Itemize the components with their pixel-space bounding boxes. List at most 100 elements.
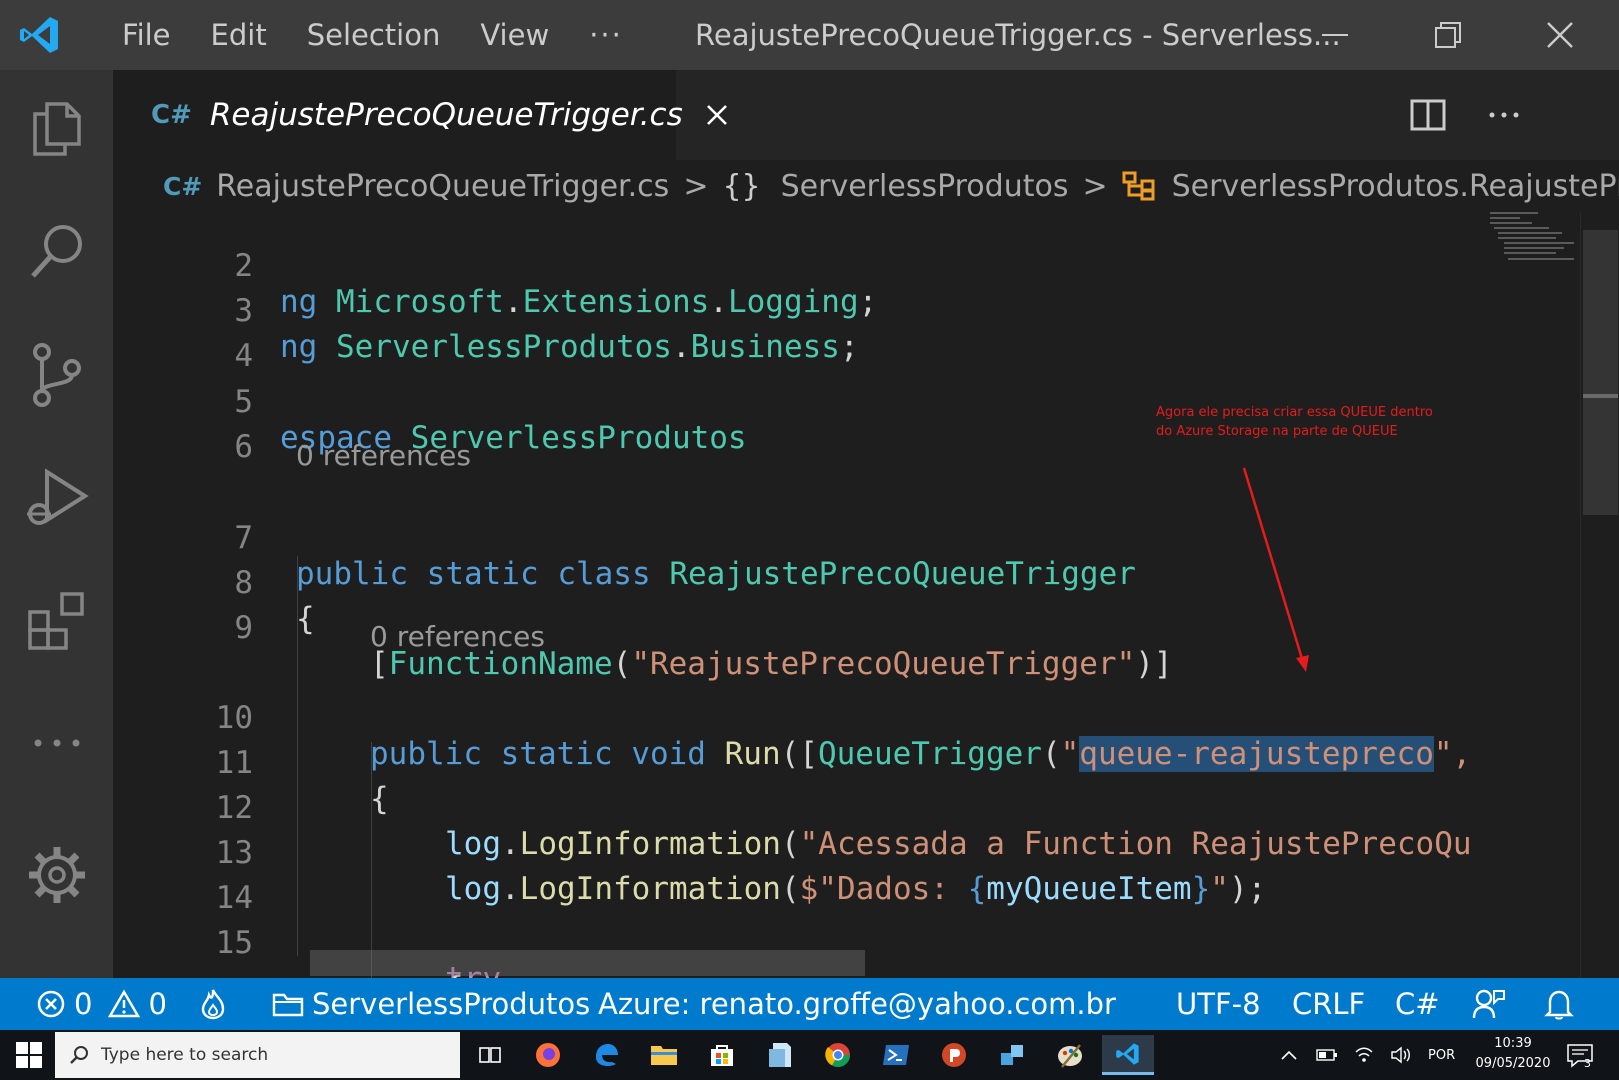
- settings-button[interactable]: [22, 840, 92, 910]
- eol-selector[interactable]: CRLF: [1292, 978, 1365, 1030]
- taskbar-clock[interactable]: 10:39 09/05/2020: [1468, 1034, 1558, 1074]
- code-line-13[interactable]: 13 log.LogInformation($"Dados: {myQueueI…: [113, 794, 1488, 907]
- source-control-icon: [33, 343, 81, 407]
- encoding-label: UTF-8: [1176, 987, 1261, 1021]
- code-line-11[interactable]: 11 {: [113, 704, 1488, 817]
- code-line-14[interactable]: 14: [113, 839, 1488, 916]
- taskbar-powerpoint[interactable]: [928, 1035, 980, 1075]
- action-center-button[interactable]: 3: [1566, 1030, 1593, 1080]
- codelens-references[interactable]: 0 references: [296, 436, 471, 476]
- line-number: 6: [234, 429, 253, 465]
- menu-selection[interactable]: Selection: [287, 0, 461, 70]
- search-button[interactable]: [22, 215, 92, 285]
- search-icon: [31, 225, 82, 278]
- code-line-3[interactable]: 3 ng ServerlessProdutos.Business;: [113, 252, 1488, 365]
- breadcrumb-class[interactable]: ServerlessProdutos.ReajustePrecoQue: [1172, 169, 1619, 204]
- folder-name: ServerlessProdutos: [312, 987, 591, 1021]
- taskbar-powershell[interactable]: [870, 1035, 922, 1075]
- extensions-button[interactable]: [22, 586, 92, 656]
- eol-label: CRLF: [1292, 987, 1366, 1021]
- source-control-button[interactable]: [22, 340, 92, 410]
- code-line-5[interactable]: 5 espace ServerlessProdutos: [113, 343, 1488, 456]
- problems-indicator[interactable]: 0 0: [36, 978, 167, 1030]
- task-view-button[interactable]: [464, 1035, 516, 1075]
- wifi-icon[interactable]: [1354, 1046, 1374, 1064]
- taskbar-chrome[interactable]: [812, 1035, 864, 1075]
- close-window-button[interactable]: [1505, 0, 1615, 70]
- notifications-button[interactable]: [1544, 978, 1574, 1030]
- code-editor[interactable]: 2 ng Microsoft.Extensions.Logging; 3 ng …: [113, 212, 1488, 978]
- encoding-selector[interactable]: UTF-8: [1176, 978, 1261, 1030]
- taskbar-firefox[interactable]: [522, 1035, 574, 1075]
- powerpoint-icon: [942, 1043, 966, 1067]
- clock-date: 09/05/2020: [1475, 1056, 1551, 1071]
- scrollbar-thumb[interactable]: [1583, 230, 1618, 515]
- run-debug-icon: [27, 468, 89, 525]
- menu-more-button[interactable]: ···: [569, 18, 643, 52]
- taskbar-search-box[interactable]: Type here to search: [55, 1032, 460, 1078]
- feedback-button[interactable]: [1472, 978, 1506, 1030]
- search-icon: [70, 1046, 88, 1064]
- task-view-icon: [479, 1047, 501, 1063]
- folder-icon: [651, 1046, 677, 1065]
- battery-icon[interactable]: [1316, 1048, 1338, 1062]
- folder-indicator[interactable]: ServerlessProdutos: [272, 978, 590, 1030]
- volume-icon[interactable]: [1390, 1046, 1412, 1064]
- scrollbar-marker: [1583, 394, 1618, 398]
- taskbar-store[interactable]: [696, 1035, 748, 1075]
- code-line-8[interactable]: 8 {: [113, 524, 1488, 637]
- code-line-9[interactable]: 9 [FunctionName("ReajustePrecoQueueTrigg…: [113, 569, 1488, 682]
- paint-icon: [1058, 1044, 1082, 1068]
- taskbar-vscode[interactable]: [1102, 1035, 1154, 1075]
- code-line-2[interactable]: 2 ng Microsoft.Extensions.Logging;: [113, 212, 1488, 320]
- codelens-references[interactable]: 0 references: [370, 617, 545, 657]
- input-language[interactable]: POR: [1428, 1048, 1455, 1063]
- restore-button[interactable]: [1393, 0, 1503, 70]
- warning-count: 0: [148, 987, 167, 1021]
- taskbar-app-paint[interactable]: [1044, 1035, 1096, 1075]
- taskbar-edge[interactable]: [580, 1035, 632, 1075]
- explorer-button[interactable]: [22, 92, 92, 162]
- code-line-4[interactable]: 4: [113, 297, 1488, 374]
- minimize-button[interactable]: [1280, 0, 1390, 70]
- taskbar-file-explorer[interactable]: [638, 1035, 690, 1075]
- run-debug-button[interactable]: [22, 463, 92, 533]
- menu-edit[interactable]: Edit: [191, 0, 287, 70]
- tab-reajuste-preco-queue-trigger[interactable]: C# ReajustePrecoQueueTrigger.cs: [113, 70, 727, 160]
- error-count: 0: [74, 987, 93, 1021]
- window-title: ReajustePrecoQueueTrigger.cs - Serverles…: [695, 18, 1341, 52]
- language-label: C#: [1395, 987, 1440, 1021]
- code-line-12[interactable]: 12 log.LogInformation("Acessada a Functi…: [113, 749, 1488, 862]
- azure-account-label: Azure: renato.groffe@yahoo.com.br: [598, 987, 1116, 1021]
- minimap[interactable]: [1488, 212, 1580, 978]
- tab-close-button[interactable]: [705, 100, 729, 130]
- language-mode-selector[interactable]: C#: [1395, 978, 1440, 1030]
- breadcrumb: C# ReajustePrecoQueueTrigger.cs > {} Ser…: [113, 160, 1619, 212]
- more-views-button[interactable]: [22, 708, 92, 778]
- vscode-logo-icon[interactable]: [18, 13, 62, 57]
- code-line-7[interactable]: 7 public static class ReajustePrecoQueue…: [113, 479, 1488, 592]
- horizontal-scrollbar[interactable]: [310, 950, 865, 976]
- code-line-15[interactable]: 15 try: [113, 884, 1488, 978]
- menu-view[interactable]: View: [460, 0, 569, 70]
- chevron-up-icon[interactable]: [1280, 1049, 1298, 1061]
- editor-more-actions-button[interactable]: [1479, 92, 1529, 138]
- split-editor-icon: [1410, 99, 1446, 131]
- live-share-button[interactable]: [200, 978, 226, 1030]
- code-line-10[interactable]: 10 public static void Run([QueueTrigger(…: [113, 659, 1488, 772]
- vertical-scrollbar[interactable]: [1580, 212, 1619, 978]
- breadcrumb-file[interactable]: ReajustePrecoQueueTrigger.cs: [216, 169, 669, 204]
- azure-account[interactable]: Azure: renato.groffe@yahoo.com.br: [598, 978, 1116, 1030]
- files-icon: [33, 102, 81, 156]
- menu-file[interactable]: File: [102, 0, 191, 70]
- breadcrumb-namespace[interactable]: ServerlessProdutos: [781, 169, 1069, 204]
- split-editor-button[interactable]: [1403, 92, 1453, 138]
- document-app-icon: [769, 1043, 791, 1067]
- vscode-icon: [1116, 1042, 1139, 1065]
- gear-icon: [29, 847, 85, 903]
- taskbar-app-docs[interactable]: [754, 1035, 806, 1075]
- search-placeholder: Type here to search: [101, 1045, 269, 1065]
- windows-start-icon[interactable]: [16, 1042, 42, 1068]
- folder-icon: [272, 993, 304, 1017]
- taskbar-app-network[interactable]: [986, 1035, 1038, 1075]
